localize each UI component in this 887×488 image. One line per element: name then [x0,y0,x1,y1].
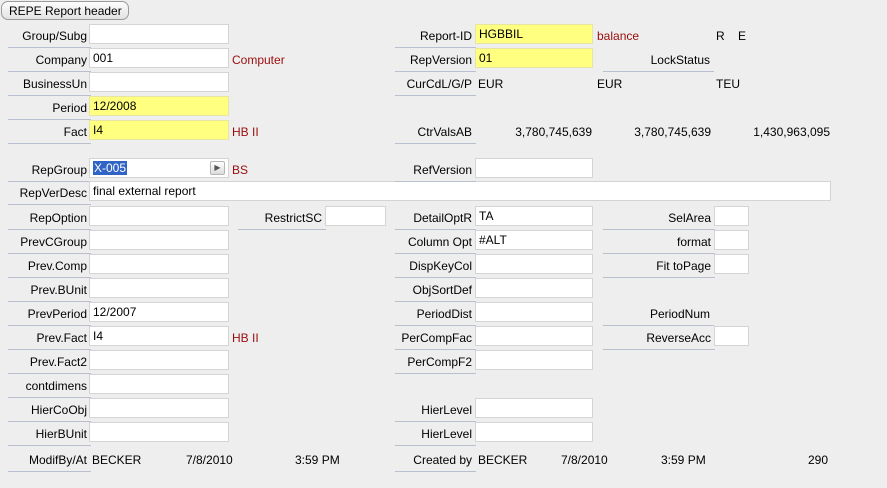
cur-cd-local: EUR [478,77,504,91]
modif-time-value: 3:59 PM [295,453,340,467]
fact-label: Fact [8,122,91,144]
reverse-acc-label: ReverseAcc [603,328,715,350]
rep-group-label: RepGroup [8,160,91,182]
prev-period-field[interactable]: 12/2007 [89,302,229,322]
fit-to-page-field[interactable] [714,254,749,274]
obj-sort-def-label: ObjSortDef [395,280,476,302]
prev-fact2-field[interactable] [89,350,229,370]
report-id-field[interactable]: HGBBIL [475,24,593,44]
lock-status-label: LockStatus [603,50,714,72]
prev-fact-description: HB II [232,331,259,345]
record-count: 290 [807,453,828,467]
per-comp-fac-field[interactable] [475,326,593,346]
hier-b-unit-field[interactable] [89,422,229,442]
hier-co-obj-field[interactable] [89,398,229,418]
business-un-field[interactable] [89,72,229,92]
prev-fact-label: Prev.Fact [8,328,91,350]
ctr-vals-ab-value-3: 1,430,963,095 [753,125,830,139]
hier-level-label-2: HierLevel [395,424,476,446]
modif-date-value: 7/8/2010 [186,453,233,467]
disp-key-col-label: DispKeyCol [395,256,476,278]
per-comp-fac-label: PerCompFac [395,328,476,350]
fit-to-page-label: Fit toPage [603,256,715,278]
report-header-form: Group/Subg Company 001 Computer Business… [0,20,887,488]
company-label: Company [8,50,91,72]
reverse-acc-field[interactable] [714,326,749,346]
contdimens-label: contdimens [8,376,91,398]
report-id-flag-r: R [716,29,725,43]
period-label: Period [8,98,91,120]
prev-fact2-label: Prev.Fact2 [8,352,91,374]
hier-co-obj-label: HierCoObj [8,400,91,422]
rep-group-value[interactable]: X-005 [93,161,128,175]
hier-level-label-1: HierLevel [395,400,476,422]
ref-version-label: RefVersion [395,160,476,182]
per-comp-f2-field[interactable] [475,350,593,370]
fact-description: HB II [232,125,259,139]
group-subg-field[interactable] [89,24,229,44]
prev-comp-label: Prev.Comp [8,256,91,278]
hier-level-field-1[interactable] [475,398,593,418]
per-comp-f2-label: PerCompF2 [395,352,476,374]
detail-opt-r-label: DetailOptR [395,208,476,230]
period-num-label: PeriodNum [603,304,714,326]
report-id-label: Report-ID [395,26,476,48]
ctr-vals-ab-value-2: 3,780,745,639 [634,125,711,139]
report-id-flag-e: E [738,29,747,43]
ctr-vals-ab-value-1: 3,780,745,639 [515,125,592,139]
modif-by-at-label: ModifBy/At [8,450,91,472]
prev-comp-field[interactable] [89,254,229,274]
fact-field[interactable]: I4 [89,120,229,140]
sel-area-label: SelArea [603,208,715,230]
prev-period-label: PrevPeriod [8,304,91,326]
report-id-description: balance [597,29,640,43]
business-un-label: BusinessUn [8,74,91,96]
hier-b-unit-label: HierBUnit [8,424,91,446]
period-dist-field[interactable] [475,302,593,322]
created-by-label: Created by [395,450,476,472]
restrict-sc-field[interactable] [325,206,386,226]
ctr-vals-ab-label: CtrValsAB [395,122,476,144]
rep-option-field[interactable] [89,206,229,226]
cur-cd-label: CurCdL/G/P [395,74,476,96]
rep-ver-desc-field[interactable]: final external report [89,181,831,201]
rep-option-label: RepOption [8,208,91,230]
created-date-value: 7/8/2010 [561,453,608,467]
prev-fact-field[interactable]: I4 [89,326,229,346]
format-field[interactable] [714,230,749,250]
format-label: format [603,232,715,254]
period-dist-label: PeriodDist [395,304,476,326]
period-field[interactable]: 12/2008 [89,96,229,116]
disp-key-col-field[interactable] [475,254,593,274]
prev-b-unit-label: Prev.BUnit [8,280,91,302]
rep-version-field[interactable]: 01 [475,48,593,68]
rep-group-description: BS [232,163,249,177]
created-by-value: BECKER [478,453,528,467]
prev-c-group-field[interactable] [89,230,229,250]
ref-version-field[interactable] [475,158,593,178]
prev-c-group-label: PrevCGroup [8,232,91,254]
prev-b-unit-field[interactable] [89,278,229,298]
company-field[interactable]: 001 [89,48,229,68]
contdimens-field[interactable] [89,374,229,394]
company-description: Computer [232,53,285,67]
hier-level-field-2[interactable] [475,422,593,442]
created-time-value: 3:59 PM [661,453,706,467]
tab-repe-report-header[interactable]: REPE Report header [1,1,129,20]
rep-ver-desc-label: RepVerDesc [8,183,91,205]
detail-opt-r-field[interactable]: TA [475,206,593,226]
sel-area-field[interactable] [714,206,749,226]
rep-version-label: RepVersion [395,50,476,72]
column-opt-label: Column Opt [395,232,476,254]
group-subg-label: Group/Subg [8,26,91,48]
obj-sort-def-field[interactable] [475,278,593,298]
cur-cd-group: EUR [597,77,623,91]
play-arrow-icon[interactable]: ▶ [210,161,225,175]
modif-by-value: BECKER [92,453,142,467]
column-opt-field[interactable]: #ALT [475,230,593,250]
rep-group-field[interactable]: X-005 [89,158,229,178]
cur-cd-param: TEU [716,77,740,91]
restrict-sc-label: RestrictSC [238,208,326,230]
